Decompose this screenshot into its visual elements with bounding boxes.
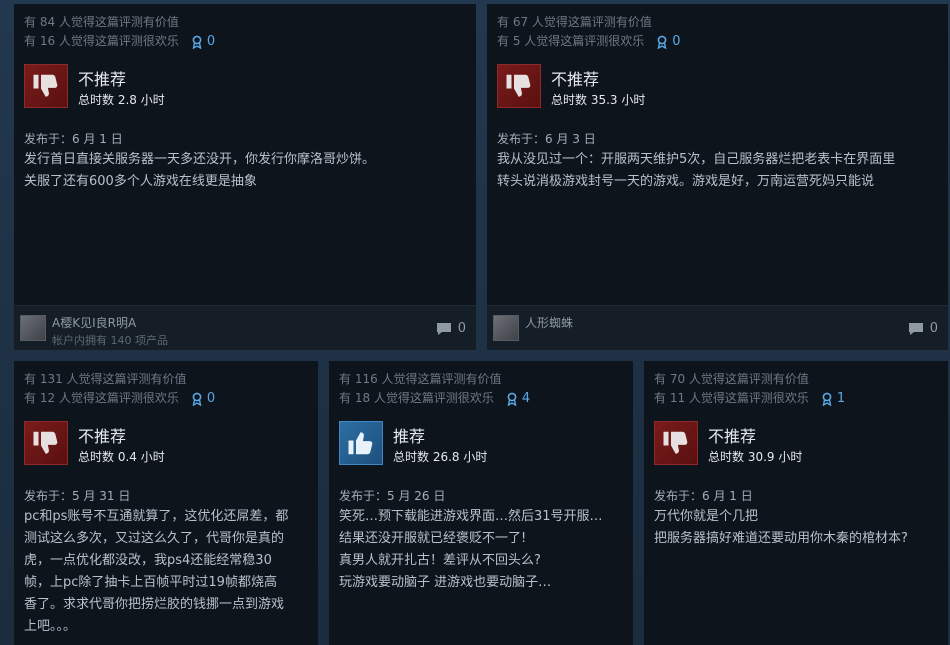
- award-button[interactable]: 0: [656, 32, 681, 51]
- award-button[interactable]: 4: [506, 389, 530, 408]
- comments-button[interactable]: 0: [436, 321, 466, 336]
- review-line: 笑死…预下载能进游戏界面…然后31号开服…: [339, 509, 603, 524]
- award-button[interactable]: 1: [821, 389, 845, 408]
- funny-count: 有 16 人觉得这篇评测很欢乐: [24, 34, 179, 48]
- hours-played: 总时数 2.8 小时: [78, 93, 165, 107]
- funny-count: 有 5 人觉得这篇评测很欢乐: [497, 34, 645, 48]
- review-card[interactable]: 有 131 人觉得这篇评测有价值 有 12 人觉得这篇评测很欢乐 0 不推荐 总…: [14, 361, 318, 645]
- comment-count: 0: [457, 321, 466, 336]
- comment-count: 0: [929, 321, 938, 336]
- funny-count: 有 18 人觉得这篇评测很欢乐: [339, 391, 494, 405]
- review-line: 帧，上pc除了抽卡上百帧平时过19帧都烧高: [24, 575, 277, 590]
- review-body: 笑死…预下载能进游戏界面…然后31号开服… 结果还没开服就已经褒贬不一了! 真男…: [339, 506, 623, 594]
- comment-icon: [908, 322, 923, 335]
- thumbs-down-icon: [497, 64, 541, 108]
- funny-count: 有 12 人觉得这篇评测很欢乐: [24, 391, 179, 405]
- award-count: 0: [206, 391, 216, 406]
- helpful-count: 有 116 人觉得这篇评测有价值: [339, 372, 502, 386]
- review-line: 发行首日直接关服务器一天多还没开，你发行你摩洛哥炒饼。: [24, 152, 376, 167]
- thumbs-up-icon: [339, 421, 383, 465]
- review-line: 把服务器搞好难道还要动用你木秦的棺材本?: [654, 531, 908, 546]
- award-icon: [192, 392, 202, 406]
- review-verdict[interactable]: 不推荐 总时数 30.9 小时: [654, 421, 802, 465]
- review-body: 我从没见过一个：开服两天维护5次，自己服务器烂把老表卡在界面里 转头说消极游戏封…: [497, 149, 938, 193]
- award-button[interactable]: 0: [191, 389, 215, 408]
- posted-date: 发布于：6 月 1 日: [24, 132, 123, 146]
- review-card[interactable]: 有 67 人觉得这篇评测有价值 有 5 人觉得这篇评测很欢乐 0 不推荐 总时数…: [487, 4, 948, 350]
- award-count: 4: [521, 391, 531, 406]
- verdict-title: 不推荐: [551, 70, 600, 89]
- comments-button[interactable]: 0: [908, 321, 938, 336]
- review-footer: 人形蜘蛛 0: [487, 305, 948, 350]
- posted-date: 发布于：5 月 26 日: [339, 489, 446, 503]
- verdict-title: 不推荐: [78, 427, 127, 446]
- review-footer: A樱K见I良R明A 帐户内拥有 140 项产品 0: [14, 305, 476, 350]
- review-card[interactable]: 有 70 人觉得这篇评测有价值 有 11 人觉得这篇评测很欢乐 1 不推荐 总时…: [644, 361, 948, 645]
- award-count: 1: [836, 391, 846, 406]
- helpful-count: 有 84 人觉得这篇评测有价值: [24, 15, 179, 29]
- helpful-count: 有 70 人觉得这篇评测有价值: [654, 372, 809, 386]
- verdict-title: 推荐: [393, 427, 426, 446]
- helpful-count: 有 131 人觉得这篇评测有价值: [24, 372, 187, 386]
- review-line: pc和ps账号不互通就算了，这优化还屌差，都: [24, 509, 289, 524]
- review-line: 测试这么多次，又过这么久了，代哥你是真的: [24, 531, 285, 546]
- review-line: 香了。求求代哥你把捞烂胶的钱挪一点到游戏: [24, 597, 285, 612]
- review-verdict[interactable]: 不推荐 总时数 0.4 小时: [24, 421, 165, 465]
- review-body: 万代你就是个几把 把服务器搞好难道还要动用你木秦的棺材本?: [654, 506, 938, 550]
- review-verdict[interactable]: 不推荐 总时数 35.3 小时: [497, 64, 645, 108]
- helpful-count: 有 67 人觉得这篇评测有价值: [497, 15, 652, 29]
- review-body: 发行首日直接关服务器一天多还没开，你发行你摩洛哥炒饼。 关服了还有600多个人游…: [24, 149, 466, 193]
- review-line: 虎，一点优化都没改，我ps4还能经常稳30: [24, 553, 272, 568]
- thumbs-down-icon: [654, 421, 698, 465]
- reviews-grid: 有 84 人觉得这篇评测有价值 有 16 人觉得这篇评测很欢乐 0 不推荐 总时…: [0, 0, 950, 645]
- comment-icon: [436, 322, 451, 335]
- review-line: 结果还没开服就已经褒贬不一了!: [339, 531, 527, 546]
- posted-date: 发布于：5 月 31 日: [24, 489, 131, 503]
- hours-played: 总时数 30.9 小时: [708, 450, 803, 464]
- avatar[interactable]: [493, 315, 519, 341]
- hours-played: 总时数 0.4 小时: [78, 450, 165, 464]
- review-line: 关服了还有600多个人游戏在线更是抽象: [24, 174, 257, 189]
- posted-date: 发布于：6 月 1 日: [654, 489, 753, 503]
- award-count: 0: [672, 34, 681, 49]
- products-owned: 帐户内拥有 140 项产品: [52, 334, 168, 347]
- review-card[interactable]: 有 116 人觉得这篇评测有价值 有 18 人觉得这篇评测很欢乐 4 推荐 总时…: [329, 361, 633, 645]
- review-line: 上吧。。。: [24, 619, 77, 634]
- review-line: 玩游戏要动脑子 进游戏也要动脑子…: [339, 575, 552, 590]
- hours-played: 总时数 35.3 小时: [551, 93, 646, 107]
- review-card[interactable]: 有 84 人觉得这篇评测有价值 有 16 人觉得这篇评测很欢乐 0 不推荐 总时…: [14, 4, 476, 350]
- review-verdict[interactable]: 不推荐 总时数 2.8 小时: [24, 64, 165, 108]
- award-icon: [822, 392, 832, 406]
- verdict-title: 不推荐: [78, 70, 127, 89]
- award-count: 0: [206, 34, 216, 49]
- review-line: 转头说消极游戏封号一天的游戏。游戏是好，万南运营死妈只能说: [497, 174, 875, 189]
- award-icon: [507, 392, 517, 406]
- award-icon: [192, 35, 202, 49]
- posted-date: 发布于：6 月 3 日: [497, 132, 596, 146]
- award-button[interactable]: 0: [191, 32, 215, 51]
- funny-count: 有 11 人觉得这篇评测很欢乐: [654, 391, 809, 405]
- review-verdict[interactable]: 推荐 总时数 26.8 小时: [339, 421, 487, 465]
- thumbs-down-icon: [24, 64, 68, 108]
- review-line: 真男人就开扎古！差评从不回头么?: [339, 553, 541, 568]
- award-icon: [657, 35, 667, 49]
- review-line: 我从没见过一个：开服两天维护5次，自己服务器烂把老表卡在界面里: [497, 152, 896, 167]
- author-name[interactable]: A樱K见I良R明A: [52, 314, 136, 331]
- author-name[interactable]: 人形蜘蛛: [525, 314, 573, 331]
- hours-played: 总时数 26.8 小时: [393, 450, 488, 464]
- review-line: 万代你就是个几把: [654, 509, 759, 524]
- avatar[interactable]: [20, 315, 46, 341]
- thumbs-down-icon: [24, 421, 68, 465]
- verdict-title: 不推荐: [708, 427, 757, 446]
- review-body: pc和ps账号不互通就算了，这优化还屌差，都 测试这么多次，又过这么久了，代哥你…: [24, 506, 308, 638]
